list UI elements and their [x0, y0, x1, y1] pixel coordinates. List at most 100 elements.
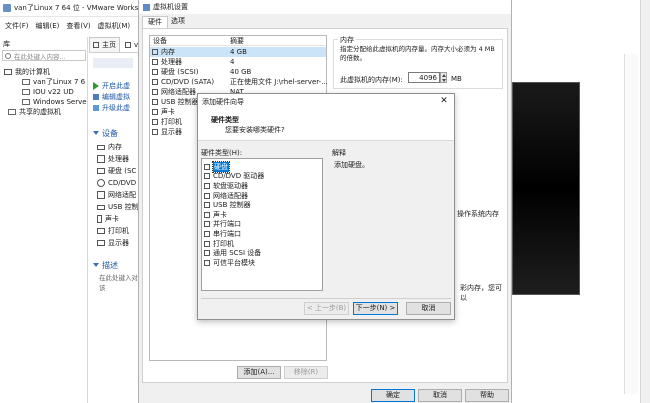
hardware-type-item[interactable]: 软盘驱动器	[204, 181, 264, 191]
wizard-heading: 硬件类型	[211, 116, 239, 124]
printer-icon	[152, 119, 158, 125]
vm-icon	[22, 89, 30, 95]
hardware-type-item[interactable]: CD/DVD 驱动器	[204, 172, 264, 182]
remove-hardware-button[interactable]: 移除(R)	[284, 366, 328, 379]
hardware-type-item[interactable]: 硬盘	[204, 160, 264, 173]
tab-options[interactable]: 选项	[166, 16, 190, 27]
hardware-type-item[interactable]: 网络适配器	[204, 191, 264, 201]
vm-device-network[interactable]: 网络适配	[97, 189, 139, 201]
upgrade-icon	[93, 104, 99, 111]
tree-item-vm-windows[interactable]: Windows Serve	[4, 97, 88, 107]
memory-hint-fragment: 彩内存，您可以	[460, 284, 502, 302]
settings-device-row[interactable]: CD/DVD (SATA) 正在使用文件 J:\rhel-server-...	[150, 77, 328, 87]
network-adapter-icon	[204, 192, 210, 199]
vm-device-cpu[interactable]: 处理器	[97, 153, 139, 165]
action-power-on[interactable]: 开启此虚	[93, 80, 139, 91]
menu-file[interactable]: 文件(F)	[5, 21, 29, 31]
hardware-type-item[interactable]: 并行端口	[204, 220, 264, 230]
hardware-type-label: USB 控制器	[213, 201, 251, 210]
search-icon	[5, 52, 11, 59]
collapse-arrow-icon	[93, 263, 99, 267]
vm-device-disk[interactable]: 硬盘 (SC	[97, 165, 139, 177]
menu-edit[interactable]: 编辑(E)	[36, 21, 60, 31]
hard-disk-icon	[204, 163, 210, 170]
memory-input[interactable]: 4096	[408, 72, 440, 83]
library-search[interactable]: 在此处键入内容...	[2, 50, 86, 61]
vm-device-usb[interactable]: USB 控制	[97, 201, 139, 213]
action-edit-settings[interactable]: 编辑虚拟	[93, 91, 139, 102]
os-memory-text-fragment: 操作系统内存	[457, 210, 499, 218]
memory-input-value: 4096	[419, 73, 437, 82]
hardware-type-item[interactable]: 声卡	[204, 210, 264, 220]
wizard-back-button[interactable]: < 上一步(B)	[304, 302, 349, 315]
hardware-type-label: 串行端口	[213, 229, 241, 238]
serial-port-icon	[204, 230, 210, 237]
description-placeholder[interactable]: 在此处键入对该	[99, 272, 139, 292]
settings-device-name: 声卡	[161, 108, 175, 116]
menu-vm[interactable]: 虚拟机(M)	[98, 21, 131, 31]
hardware-type-item[interactable]: 打印机	[204, 239, 264, 249]
settings-device-row[interactable]: 内存 4 GB	[150, 47, 326, 57]
vm-console-preview	[512, 82, 580, 295]
settings-device-row[interactable]: 硬盘 (SCSI) 40 GB	[150, 67, 326, 77]
hardware-type-item[interactable]: 串行端口	[204, 229, 264, 239]
settings-help-button[interactable]: 帮助	[465, 389, 509, 402]
wizard-next-button[interactable]: 下一步(N) >	[353, 302, 398, 315]
tree-item-my-computer[interactable]: 我的计算机	[4, 67, 88, 77]
play-icon	[93, 81, 99, 90]
tpm-icon	[204, 259, 210, 266]
settings-window-icon	[143, 3, 150, 11]
settings-device-row[interactable]: 处理器 4	[150, 57, 326, 67]
hardware-type-item[interactable]: 可信平台模块	[204, 258, 264, 268]
vm-tab-icon	[125, 41, 131, 48]
tree-item-shared-vms[interactable]: 共享的虚拟机	[4, 107, 88, 117]
home-icon	[93, 42, 99, 48]
vmware-menu-bar: 文件(F) 编辑(E) 查看(V) 虚拟机(M)	[0, 18, 140, 34]
collapse-arrow-icon	[93, 131, 99, 135]
vm-device-memory[interactable]: 内存	[97, 141, 139, 153]
settings-device-summary: 正在使用文件 J:\rhel-server-...	[230, 78, 328, 86]
vm-device-sound[interactable]: 声卡	[97, 213, 139, 225]
column-device[interactable]: 设备	[153, 36, 167, 46]
column-summary[interactable]: 摘要	[230, 36, 244, 46]
hardware-types-items: 硬盘 CD/DVD 驱动器 软盘驱动器 网络适配器 USB 控制器 声卡 并行端口 串行端口打…	[204, 160, 264, 268]
vm-device-printer[interactable]: 打印机	[97, 225, 139, 237]
add-hardware-button[interactable]: 添加(A)...	[237, 366, 281, 379]
vmware-title-bar: van了Linux 7 64 位 - VMware Workstati	[0, 0, 150, 17]
explain-label: 解释	[332, 149, 346, 157]
settings-ok-button[interactable]: 确定	[371, 389, 415, 402]
tab-hardware[interactable]: 硬件	[142, 16, 168, 28]
printer-icon	[204, 240, 210, 247]
hardware-type-item[interactable]: 通用 SCSI 设备	[204, 248, 264, 258]
tab-home[interactable]: 主页	[89, 37, 120, 52]
edit-settings-icon	[93, 93, 99, 100]
vm-actions: 开启此虚 编辑虚拟 升级此虚	[93, 80, 139, 113]
vmware-right-scrollbar[interactable]	[624, 54, 638, 394]
vm-device-list: 内存 处理器 硬盘 (SC CD/DVD 网络适配 USB 控制 声卡 打印机 …	[97, 141, 139, 249]
wizard-cancel-button[interactable]: 取消	[406, 302, 451, 315]
action-upgrade[interactable]: 升级此虚	[93, 102, 139, 113]
scsi-icon	[204, 250, 210, 257]
vm-device-cd[interactable]: CD/DVD	[97, 177, 139, 189]
usb-icon	[97, 204, 105, 210]
vm-device-display[interactable]: 显示器	[97, 237, 139, 249]
memory-spinner[interactable]	[440, 72, 447, 83]
menu-view[interactable]: 查看(V)	[66, 21, 90, 31]
settings-device-summary: 4	[230, 58, 235, 66]
tree-item-vm-linux[interactable]: van了Linux 7 6	[4, 77, 88, 87]
spin-up-icon	[442, 74, 446, 77]
add-hardware-wizard: 添加硬件向导 ✕ 硬件类型 您要安装哪类硬件? 硬件类型(H): 硬盘 CD/DV…	[197, 93, 455, 320]
vm-icon	[22, 79, 30, 85]
settings-title: 虚拟机设置	[153, 3, 188, 11]
display-icon	[152, 129, 158, 135]
hardware-type-item[interactable]: USB 控制器	[204, 200, 264, 210]
hardware-types-label: 硬件类型(H):	[201, 149, 243, 157]
settings-device-summary: 40 GB	[230, 68, 252, 76]
hardware-type-label: 打印机	[213, 239, 234, 248]
settings-device-name: 打印机	[161, 118, 182, 126]
settings-device-name: CD/DVD (SATA)	[161, 78, 215, 86]
spin-down-icon	[442, 79, 446, 82]
wizard-close-icon[interactable]: ✕	[439, 96, 449, 106]
settings-cancel-button[interactable]: 取消	[418, 389, 462, 402]
tree-item-vm-iou[interactable]: IOU v22 UD	[4, 87, 88, 97]
